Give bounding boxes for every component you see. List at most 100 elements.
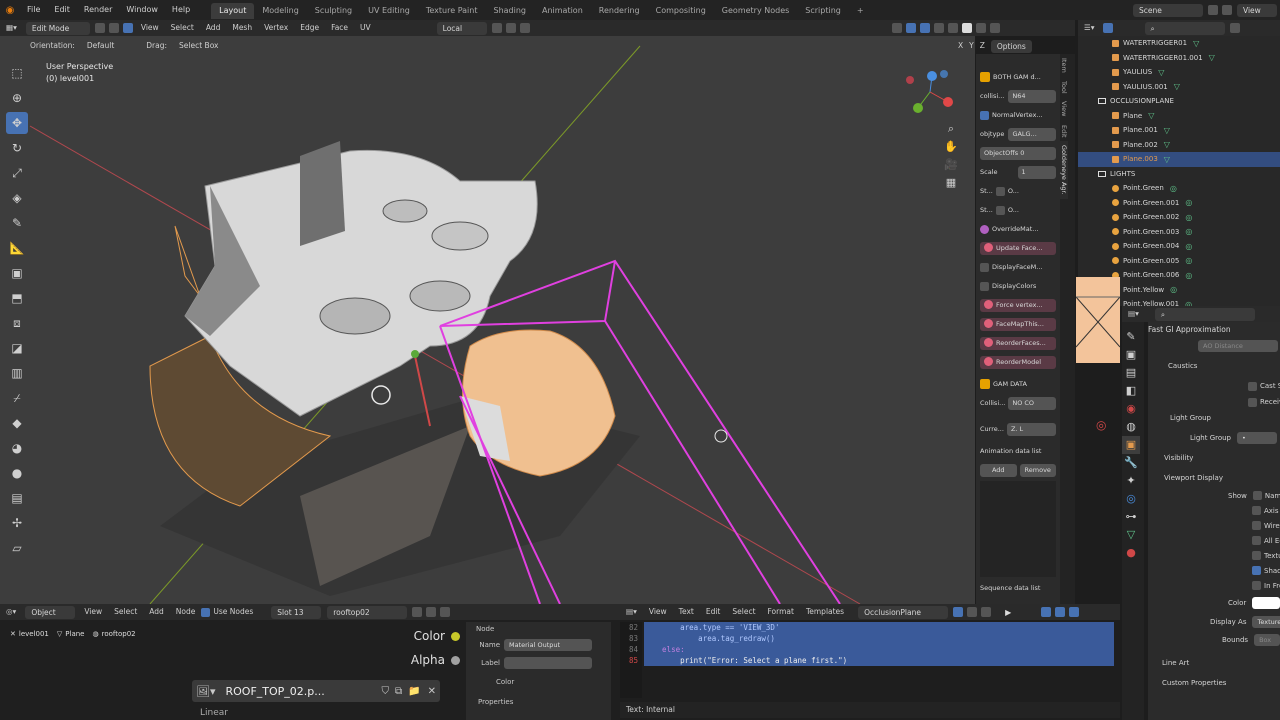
all-edges-checkbox[interactable] <box>1252 536 1261 545</box>
tab-texture-paint[interactable]: Texture Paint <box>418 3 486 19</box>
bevel-icon[interactable]: ◪ <box>6 337 28 359</box>
outliner-funnel-icon[interactable] <box>1229 23 1240 33</box>
tab-geometry-nodes[interactable]: Geometry Nodes <box>714 3 797 19</box>
display-colors-checkbox[interactable] <box>980 281 989 291</box>
light-group-field[interactable]: • <box>1237 432 1278 444</box>
properties-search[interactable]: ⌕ <box>1154 307 1255 321</box>
navigation-gizmo[interactable] <box>900 66 960 116</box>
pin-icon[interactable] <box>440 607 451 617</box>
menu-render[interactable]: Render <box>77 0 119 20</box>
color-socket[interactable] <box>451 631 460 641</box>
light-data-icon[interactable]: ◎ <box>1170 285 1177 294</box>
visibility-section[interactable]: Visibility <box>1164 454 1193 462</box>
material-selector[interactable]: rooftop02 <box>327 605 408 619</box>
node-menu-node[interactable]: Node <box>170 604 202 620</box>
text-menu-select[interactable]: Select <box>726 604 761 620</box>
tab-scripting[interactable]: Scripting <box>797 3 849 19</box>
material-tab-icon[interactable]: ● <box>1122 544 1140 562</box>
zoom-icon[interactable]: ⌕ <box>942 120 960 138</box>
text-unlink-icon[interactable] <box>981 607 992 617</box>
outliner-row[interactable]: Point.Green.002 ◎ <box>1078 210 1280 225</box>
inset-icon[interactable]: ⧈ <box>6 312 28 334</box>
camera-icon[interactable]: 🎥 <box>942 156 960 174</box>
breadcrumb-material[interactable]: rooftop02 <box>102 630 136 638</box>
editor-type-icon[interactable]: ▦▾ <box>0 20 23 36</box>
face-map-button[interactable]: FaceMapThis... <box>980 317 1056 331</box>
fake-user-icon[interactable] <box>412 607 423 617</box>
rotate-icon[interactable]: ↻ <box>6 137 28 159</box>
duplicate-icon[interactable]: ⧉ <box>395 686 402 697</box>
view-layer-selector[interactable]: View <box>1237 3 1277 17</box>
wireframe-shading-icon[interactable] <box>948 23 958 33</box>
loop-cut-icon[interactable]: ▥ <box>6 362 28 384</box>
light-data-icon[interactable]: ◎ <box>1185 271 1192 280</box>
outliner-row[interactable]: Point.Green.004 ◎ <box>1078 239 1280 254</box>
visibility-icon[interactable] <box>892 23 902 33</box>
particles-tab-icon[interactable]: ✦ <box>1122 472 1140 490</box>
viewport-display-section[interactable]: Viewport Display <box>1164 474 1223 482</box>
anim-add-button[interactable]: Add <box>980 463 1017 477</box>
menu-mesh[interactable]: Mesh <box>226 20 258 36</box>
receive-checkbox[interactable] <box>1248 397 1257 407</box>
light-data-icon[interactable]: ◎ <box>1185 227 1192 236</box>
axis-checkbox[interactable] <box>1252 506 1261 515</box>
ao-distance-field[interactable]: AO Distance <box>1198 340 1278 352</box>
add-cube-icon[interactable]: ▣ <box>6 262 28 284</box>
scale-icon[interactable]: ⤢ <box>6 162 28 184</box>
in-front-checkbox[interactable] <box>1252 581 1261 590</box>
outliner-row[interactable]: WATERTRIGGER01 ▽ <box>1078 36 1280 51</box>
st2-checkbox[interactable] <box>995 205 1005 215</box>
outliner-row[interactable]: Plane.002 ▽ <box>1078 138 1280 153</box>
close-icon[interactable]: ✕ <box>428 686 436 697</box>
outliner-row[interactable]: OCCLUSIONPLANE <box>1078 94 1280 109</box>
properties-section[interactable]: Properties <box>478 698 513 706</box>
outliner-row[interactable]: Plane.003 ▽ <box>1078 152 1280 167</box>
text-fake-user-icon[interactable] <box>953 607 964 617</box>
data-tab-icon[interactable]: ▽ <box>1122 526 1140 544</box>
mesh-data-icon[interactable]: ▽ <box>1209 53 1215 62</box>
texture-checkbox[interactable] <box>1252 551 1261 560</box>
collision-type-dropdown[interactable]: NO CO <box>1008 396 1056 410</box>
copy-scene-icon[interactable] <box>1208 5 1218 15</box>
outliner-row[interactable]: WATERTRIGGER01.001 ▽ <box>1078 51 1280 66</box>
scene-tab-icon[interactable]: ◉ <box>1122 400 1140 418</box>
outliner-row[interactable]: Point.Green.003 ◎ <box>1078 225 1280 240</box>
syntax-toggle-icon[interactable] <box>1069 607 1080 617</box>
menu-edit[interactable]: Edit <box>47 0 77 20</box>
delete-scene-icon[interactable] <box>1222 5 1232 15</box>
tab-edit[interactable]: Edit <box>1060 121 1068 142</box>
image-name-field[interactable]: ROOF_TOP_02.p... <box>226 685 379 698</box>
breadcrumb-object[interactable]: level001 <box>19 630 49 638</box>
mirror-z[interactable]: Z <box>977 38 988 54</box>
node-menu-add[interactable]: Add <box>143 604 170 620</box>
outliner-row[interactable]: YAULIUS.001 ▽ <box>1078 80 1280 95</box>
tab-goldeneye[interactable]: Goldeneye Agr. <box>1060 141 1068 200</box>
display-as-dropdown[interactable]: Textured <box>1252 616 1280 628</box>
move-icon[interactable]: ✥ <box>6 112 28 134</box>
gizmo-toggle-icon[interactable] <box>906 23 916 33</box>
vertex-select-icon[interactable] <box>94 23 105 33</box>
color-section[interactable]: Color <box>496 678 514 686</box>
force-vertex-button[interactable]: Force vertex... <box>980 298 1056 312</box>
mesh-data-icon[interactable]: ▽ <box>1193 39 1199 48</box>
tab-shading[interactable]: Shading <box>485 3 534 19</box>
scale-field[interactable]: 1 <box>1017 165 1056 179</box>
outliner-row[interactable]: Plane ▽ <box>1078 109 1280 124</box>
tab-uv-editing[interactable]: UV Editing <box>360 3 418 19</box>
fast-gi-label[interactable]: Fast GI Approximation <box>1148 325 1231 334</box>
annotate-icon[interactable]: ✎ <box>6 212 28 234</box>
node-menu-select[interactable]: Select <box>108 604 143 620</box>
tab-view[interactable]: View <box>1060 97 1068 120</box>
output-tab-icon[interactable]: ▤ <box>1122 364 1140 382</box>
outliner-row[interactable]: Point.Green.005 ◎ <box>1078 254 1280 269</box>
transform-icon[interactable]: ◈ <box>6 187 28 209</box>
snap-icon[interactable] <box>505 23 516 33</box>
menu-help[interactable]: Help <box>165 0 197 20</box>
tool-tab-icon[interactable]: ✎ <box>1122 328 1140 346</box>
overlay-toggle-icon[interactable] <box>920 23 930 33</box>
light-data-icon[interactable]: ◎ <box>1185 242 1192 251</box>
run-script-icon[interactable]: ▶ <box>1005 608 1011 617</box>
rendered-shading-icon[interactable] <box>990 23 1000 33</box>
alpha-socket[interactable] <box>451 655 460 665</box>
folder-icon[interactable]: 📁 <box>408 686 420 697</box>
